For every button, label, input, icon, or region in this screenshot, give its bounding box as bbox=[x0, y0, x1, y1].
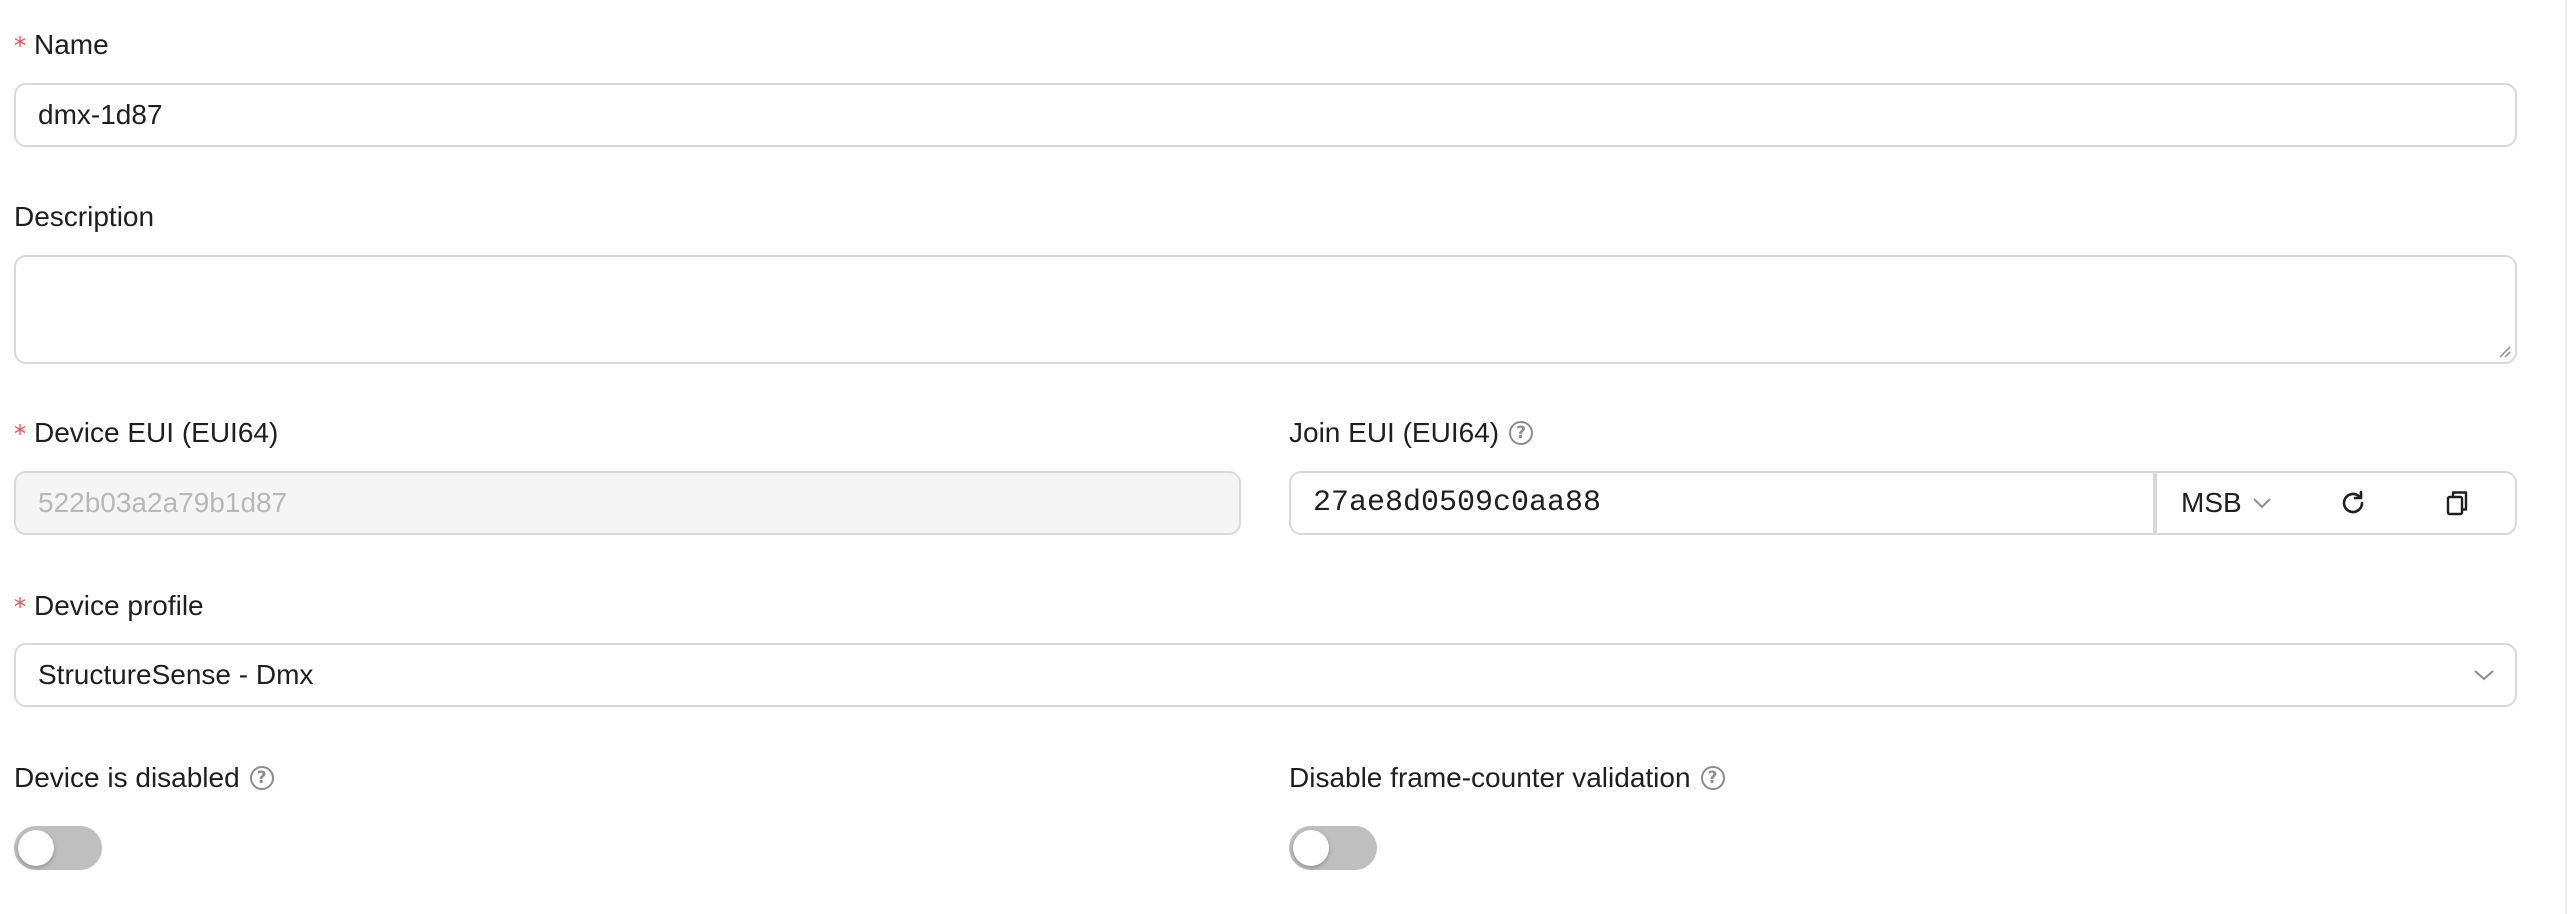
join-eui-addon: MSB bbox=[2155, 471, 2517, 535]
dev-eui-label-text: Device EUI (EUI64) bbox=[34, 417, 279, 448]
required-marker: * bbox=[14, 32, 26, 60]
description-textarea[interactable] bbox=[14, 255, 2517, 364]
skip-fcnt-switch[interactable] bbox=[1289, 826, 1377, 870]
question-circle-icon[interactable]: ? bbox=[249, 766, 274, 790]
name-label-text: Name bbox=[34, 29, 109, 60]
device-profile-label-text: Device profile bbox=[34, 590, 204, 621]
device-disabled-label: Device is disabled ? bbox=[14, 761, 274, 795]
name-input[interactable]: dmx-1d87 bbox=[14, 83, 2517, 147]
skip-fcnt-label: Disable frame-counter validation ? bbox=[1289, 761, 1725, 795]
skip-fcnt-label-text: Disable frame-counter validation bbox=[1289, 762, 1691, 793]
dev-eui-value: 522b03a2a79b1d87 bbox=[38, 487, 288, 518]
question-circle-icon[interactable]: ? bbox=[1700, 766, 1725, 790]
chevron-down-icon bbox=[2474, 670, 2494, 681]
byte-order-select[interactable]: MSB bbox=[2157, 473, 2301, 533]
resize-grip-icon[interactable] bbox=[2497, 344, 2511, 358]
device-profile-select[interactable]: StructureSense - Dmx bbox=[14, 643, 2517, 707]
name-input-value: dmx-1d87 bbox=[38, 99, 163, 130]
device-disabled-label-text: Device is disabled bbox=[14, 762, 240, 793]
required-marker: * bbox=[14, 593, 26, 621]
description-label: Description bbox=[14, 200, 154, 234]
byte-order-value: MSB bbox=[2181, 487, 2242, 518]
dev-eui-input: 522b03a2a79b1d87 bbox=[14, 471, 1241, 535]
join-eui-label-text: Join EUI (EUI64) bbox=[1289, 417, 1500, 448]
refresh-icon bbox=[2342, 490, 2364, 514]
join-eui-input[interactable]: 27ae8d0509c0aa88 bbox=[1289, 471, 2155, 535]
copy-icon bbox=[2446, 491, 2468, 516]
join-eui-label: Join EUI (EUI64) ? bbox=[1289, 416, 1534, 450]
switch-knob bbox=[1293, 830, 1329, 866]
device-profile-value: StructureSense - Dmx bbox=[38, 659, 314, 690]
description-label-text: Description bbox=[14, 201, 155, 232]
dev-eui-label: * Device EUI (EUI64) bbox=[14, 416, 278, 450]
name-label: * Name bbox=[14, 28, 109, 62]
copy-button[interactable] bbox=[2405, 473, 2509, 533]
switch-knob bbox=[18, 830, 54, 866]
required-marker: * bbox=[14, 420, 26, 448]
chevron-down-icon bbox=[2252, 498, 2271, 509]
scrollbar-track bbox=[2565, 0, 2567, 914]
device-profile-label: * Device profile bbox=[14, 589, 204, 623]
join-eui-value: 27ae8d0509c0aa88 bbox=[1313, 486, 1602, 520]
question-circle-icon[interactable]: ? bbox=[1509, 421, 1534, 445]
device-disabled-switch[interactable] bbox=[14, 826, 102, 870]
refresh-button[interactable] bbox=[2301, 473, 2405, 533]
device-form: * Name dmx-1d87 Description * Device EUI… bbox=[0, 0, 2570, 914]
